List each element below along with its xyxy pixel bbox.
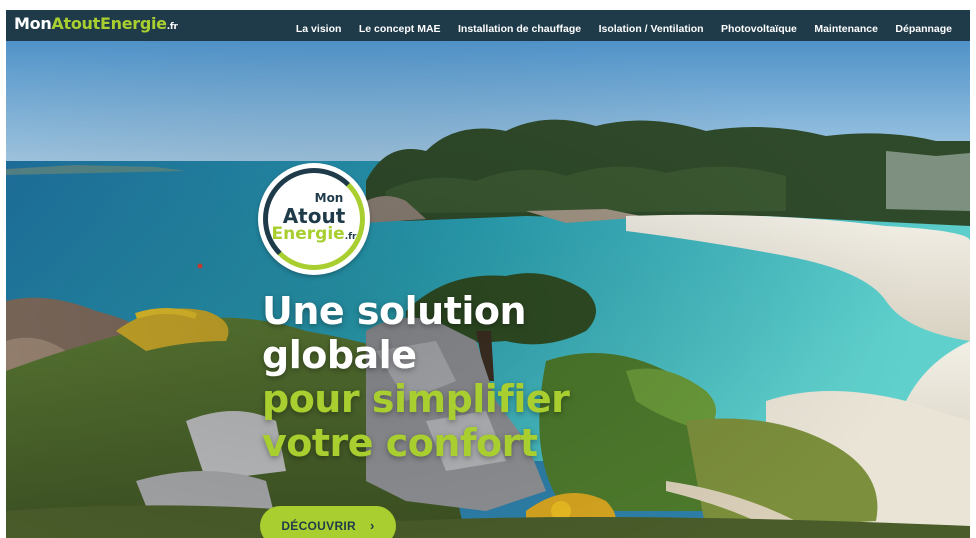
logo-text-suffix: .fr bbox=[166, 22, 178, 32]
page-frame: MonAtoutEnergie.fr La vision Le concept … bbox=[6, 10, 970, 538]
site-logo[interactable]: MonAtoutEnergie.fr bbox=[14, 14, 178, 36]
hero-section: Mon Atout Energie.fr Une solution global… bbox=[6, 41, 970, 538]
nav-item-photovoltaique[interactable]: Photovoltaïque bbox=[721, 23, 797, 35]
logo-text-energie: Energie bbox=[99, 14, 167, 33]
headline-line-1: Une solution bbox=[262, 289, 527, 333]
brand-badge: Mon Atout Energie.fr bbox=[258, 163, 370, 275]
badge-suffix: .fr bbox=[344, 232, 357, 242]
discover-button-label: DÉCOUVRIR bbox=[281, 519, 357, 533]
top-navbar: MonAtoutEnergie.fr La vision Le concept … bbox=[6, 10, 970, 41]
nav-item-vision[interactable]: La vision bbox=[296, 23, 342, 35]
badge-line-energie: Energie.fr bbox=[258, 225, 370, 246]
badge-text: Mon Atout Energie.fr bbox=[258, 189, 370, 246]
nav-item-depannage[interactable]: Dépannage bbox=[895, 23, 952, 35]
headline-line-3: pour simplifier bbox=[262, 377, 570, 421]
hero-headline: Une solution globale pour simplifier vot… bbox=[262, 289, 570, 465]
nav-item-chauffage[interactable]: Installation de chauffage bbox=[458, 23, 581, 35]
logo-text-atout: Atout bbox=[51, 14, 100, 33]
nav-item-isolation[interactable]: Isolation / Ventilation bbox=[599, 23, 704, 35]
badge-line-atout: Atout bbox=[282, 204, 346, 228]
nav-item-maintenance[interactable]: Maintenance bbox=[814, 23, 878, 35]
logo-text-mon: Mon bbox=[14, 14, 52, 33]
main-menu: La vision Le concept MAE Installation de… bbox=[283, 19, 952, 37]
nav-item-concept[interactable]: Le concept MAE bbox=[359, 23, 441, 35]
headline-line-4: votre confort bbox=[262, 421, 538, 465]
headline-line-2: globale bbox=[262, 333, 417, 377]
discover-button[interactable]: DÉCOUVRIR › bbox=[260, 506, 396, 538]
chevron-right-icon: › bbox=[370, 518, 375, 533]
badge-energie-word: Energie bbox=[271, 224, 345, 244]
